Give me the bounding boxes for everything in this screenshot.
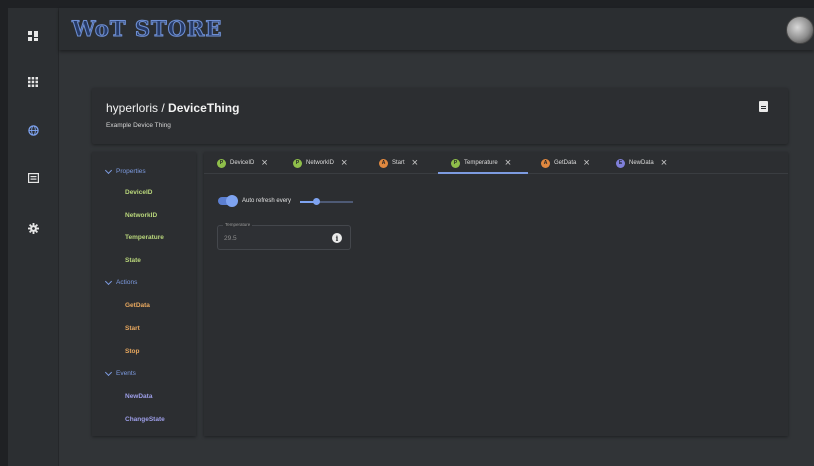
nav-item-deviceid[interactable]: DeviceID — [125, 189, 152, 196]
info-icon[interactable]: i — [332, 233, 342, 243]
chevron-down-icon — [104, 368, 113, 376]
dashboard-icon[interactable] — [23, 26, 43, 46]
tab-getdata[interactable]: A GetData × — [541, 158, 590, 169]
chevron-down-icon — [104, 277, 113, 285]
auto-refresh-label: Auto refresh every — [242, 198, 292, 204]
tab-temperature[interactable]: P Temperature × — [451, 158, 511, 169]
slider-thumb[interactable] — [313, 198, 320, 205]
interaction-panel: P DeviceID × P NetworkID × A Start × P T… — [204, 152, 788, 436]
temperature-field-label: Temperature — [223, 222, 253, 227]
temperature-value: 29.5 — [224, 235, 237, 242]
action-badge: A — [379, 158, 388, 168]
chevron-down-icon — [104, 166, 113, 174]
thing-description: Example Device Thing — [106, 122, 171, 129]
tab-label: Temperature — [464, 160, 498, 166]
globe-icon[interactable] — [23, 120, 43, 140]
close-icon[interactable]: × — [661, 158, 667, 169]
nav-item-newdata[interactable]: NewData — [125, 393, 152, 400]
interaction-tree: Properties DeviceID NetworkID Temperatur… — [92, 152, 196, 436]
close-icon[interactable]: × — [505, 158, 511, 169]
tab-label: DeviceID — [230, 160, 255, 166]
nav-group-label: Properties — [116, 168, 146, 175]
temperature-field[interactable]: Temperature 29.5 i — [217, 222, 351, 250]
tab-label: NetworkID — [306, 160, 335, 166]
tab-networkid[interactable]: P NetworkID × — [293, 158, 347, 169]
nav-item-temperature[interactable]: Temperature — [125, 234, 164, 241]
close-icon[interactable]: × — [412, 158, 418, 169]
property-badge: P — [293, 158, 302, 168]
tab-start[interactable]: A Start × — [379, 158, 418, 169]
active-tab-indicator — [438, 172, 528, 174]
user-avatar[interactable] — [786, 16, 814, 44]
toggle-knob — [226, 195, 238, 207]
breadcrumb-thing: DeviceThing — [168, 101, 240, 115]
breadcrumb: hyperloris / DeviceThing — [106, 101, 239, 115]
nav-group-label: Events — [116, 370, 136, 377]
close-icon[interactable]: × — [583, 158, 589, 169]
refresh-interval-slider[interactable] — [300, 198, 353, 205]
nav-item-stop[interactable]: Stop — [125, 348, 139, 355]
side-rail — [8, 8, 59, 466]
property-badge: P — [451, 158, 460, 168]
nav-group-label: Actions — [116, 279, 138, 286]
tab-label: GetData — [554, 160, 577, 166]
nav-group-actions[interactable]: Actions — [104, 277, 138, 286]
nav-item-state[interactable]: State — [125, 257, 141, 264]
gear-icon[interactable] — [23, 218, 43, 238]
nav-item-changestate[interactable]: ChangeState — [125, 416, 165, 423]
event-badge: E — [616, 158, 625, 168]
nav-item-networkid[interactable]: NetworkID — [125, 212, 157, 219]
action-badge: A — [541, 158, 550, 168]
nav-group-properties[interactable]: Properties — [104, 166, 146, 175]
auto-refresh-toggle[interactable] — [218, 195, 238, 207]
breadcrumb-separator: / — [158, 101, 169, 115]
breadcrumb-owner[interactable]: hyperloris — [106, 101, 158, 115]
apps-grid-icon[interactable] — [23, 72, 43, 92]
open-tabs: P DeviceID × P NetworkID × A Start × P T… — [204, 152, 788, 174]
tab-label: Start — [392, 160, 405, 166]
property-badge: P — [217, 158, 226, 168]
thing-header-card: hyperloris / DeviceThing Example Device … — [92, 88, 788, 144]
nav-group-events[interactable]: Events — [104, 368, 136, 377]
preview-icon[interactable] — [23, 168, 43, 188]
tab-label: NewData — [629, 160, 654, 166]
tab-deviceid[interactable]: P DeviceID × — [217, 158, 268, 169]
nav-item-getdata[interactable]: GetData — [125, 302, 150, 309]
close-icon[interactable]: × — [341, 158, 347, 169]
tab-newdata[interactable]: E NewData × — [616, 158, 667, 169]
nav-item-start[interactable]: Start — [125, 325, 140, 332]
close-icon[interactable]: × — [261, 158, 267, 169]
document-icon[interactable] — [759, 101, 768, 112]
top-app-bar: WoT STORE — [59, 8, 814, 50]
app-logo[interactable]: WoT STORE — [71, 16, 222, 42]
